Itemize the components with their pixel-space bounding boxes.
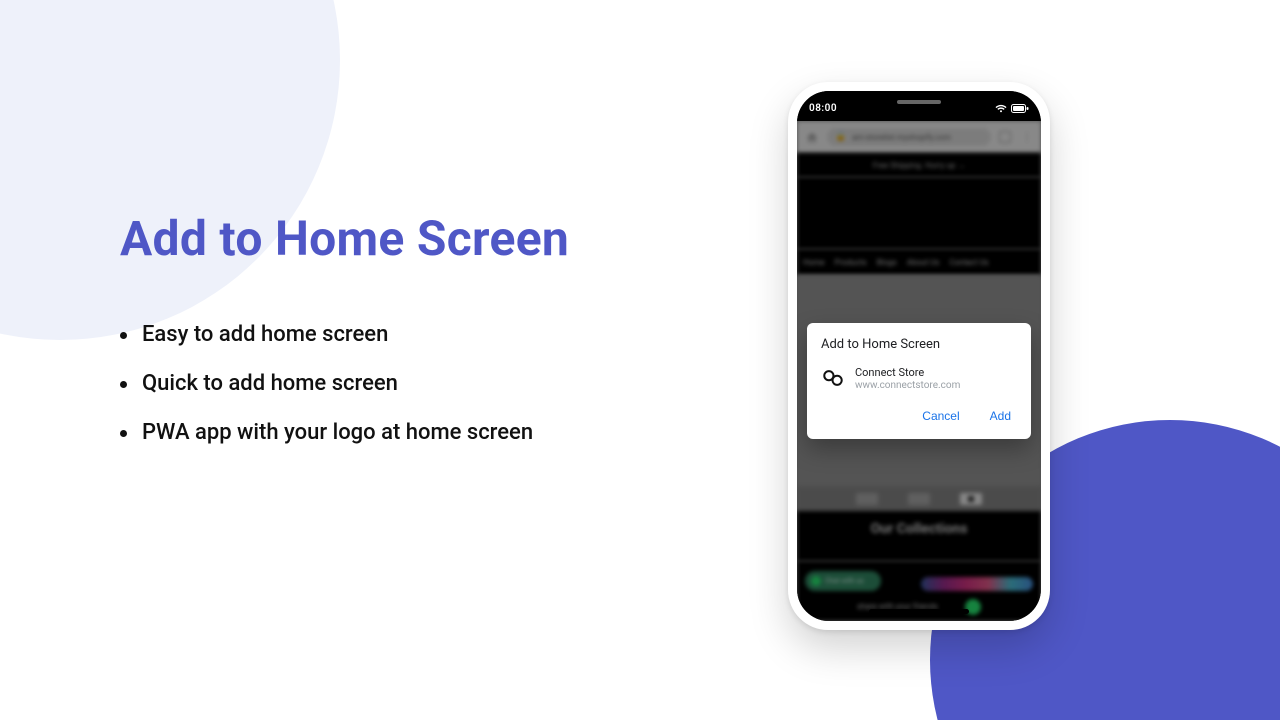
- phone-screen-frame: 08:00 🔒 am-storel: [797, 91, 1041, 621]
- headline: Add to Home Screen: [120, 210, 720, 267]
- bullet-item: Quick to add home screen: [120, 371, 720, 396]
- dialog-actions: Cancel Add: [821, 401, 1017, 431]
- feature-bullets: Easy to add home screen Quick to add hom…: [120, 322, 720, 445]
- bullet-item: Easy to add home screen: [120, 322, 720, 347]
- status-time: 08:00: [809, 103, 837, 114]
- speaker-slot: [897, 100, 941, 104]
- battery-icon: [1011, 104, 1029, 113]
- dialog-app-url: www.connectstore.com: [855, 380, 960, 391]
- promo-slide: Add to Home Screen Easy to add home scre…: [0, 0, 1280, 720]
- app-icon: [821, 366, 845, 390]
- wifi-icon: [995, 104, 1007, 113]
- phone-mockup: 08:00 🔒 am-storel: [788, 82, 1050, 630]
- bullet-item: PWA app with your logo at home screen: [120, 420, 720, 445]
- cancel-button[interactable]: Cancel: [920, 405, 961, 427]
- phone-notch: [859, 91, 979, 113]
- dialog-app-row: Connect Store www.connectstore.com: [821, 366, 1017, 391]
- phone-screen: 🔒 am-storelist.myshopify.com ⋮ Free Ship…: [797, 121, 1041, 621]
- marketing-copy: Add to Home Screen Easy to add home scre…: [120, 210, 720, 469]
- home-indicator[interactable]: [869, 609, 969, 614]
- add-button[interactable]: Add: [988, 405, 1013, 427]
- add-to-home-screen-dialog: Add to Home Screen Connect Store www.con…: [807, 323, 1031, 439]
- dialog-title: Add to Home Screen: [821, 337, 1017, 352]
- dialog-app-name: Connect Store: [855, 366, 960, 380]
